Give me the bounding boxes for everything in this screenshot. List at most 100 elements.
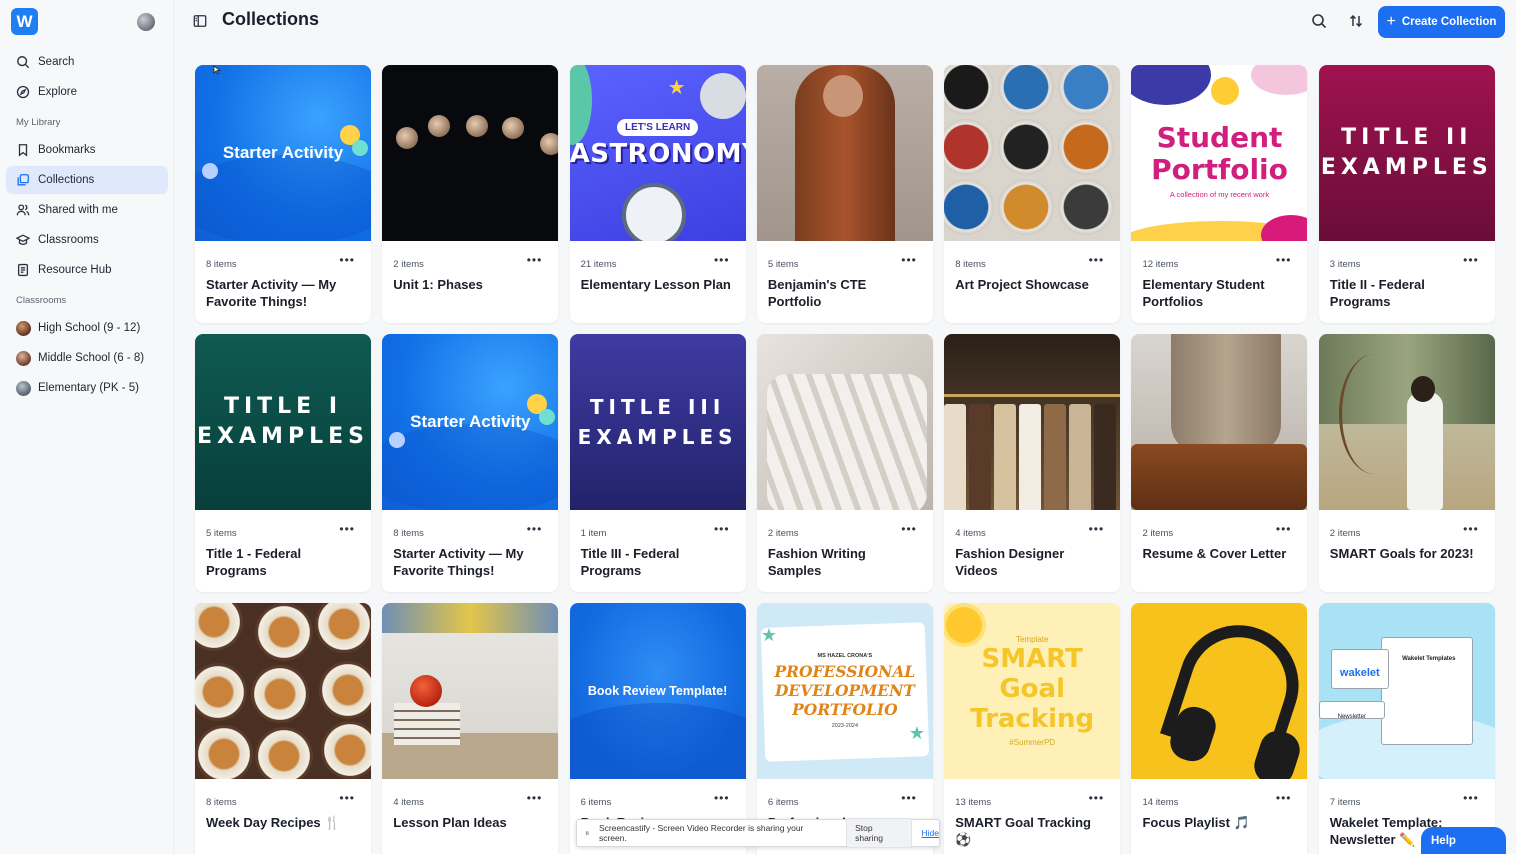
drag-handle-icon[interactable]: ⏸ <box>585 828 591 839</box>
more-options-icon[interactable]: ••• <box>1463 522 1479 536</box>
more-options-icon[interactable]: ••• <box>1089 253 1105 267</box>
collection-thumbnail[interactable]: ★ LET'S LEARN ASTRONOMY <box>569 65 746 241</box>
collection-card[interactable]: ★ LET'S LEARN ASTRONOMY 21 items ••• Elementa… <box>569 65 746 323</box>
collection-thumbnail[interactable]: Template SMART Goal Tracking #SummerPD <box>944 603 1121 779</box>
help-button[interactable]: Help <box>1421 827 1506 854</box>
collection-title[interactable]: Fashion Designer Videos <box>955 545 1109 579</box>
collection-thumbnail[interactable] <box>756 65 933 241</box>
collection-thumbnail[interactable] <box>382 65 559 241</box>
collection-card[interactable]: Starter Activity 8 items ••• Starter Activi… <box>382 334 559 592</box>
collection-title[interactable]: SMART Goal Tracking ⚽ <box>955 814 1109 848</box>
collection-card[interactable]: 8 items ••• Week Day Recipes 🍴 <box>195 603 371 854</box>
more-options-icon[interactable]: ••• <box>1089 791 1105 805</box>
collection-thumbnail[interactable] <box>1131 334 1308 510</box>
more-options-icon[interactable]: ••• <box>527 253 543 267</box>
user-avatar[interactable] <box>137 13 155 31</box>
collection-card[interactable]: ★ ★ MS HAZEL CRONA'S PROFESSIONAL DEVELOPME… <box>756 603 933 854</box>
sidebar-toggle-icon[interactable] <box>193 14 207 28</box>
collection-thumbnail[interactable] <box>1318 334 1495 510</box>
collection-card[interactable]: Book Review Template!6 items•••Book Revi… <box>569 603 746 854</box>
collection-title[interactable]: Title II - Federal Programs <box>1330 276 1484 310</box>
sidebar-item-shared[interactable]: Shared with me <box>6 196 168 224</box>
collection-card[interactable]: 2 items ••• SMART Goals for 2023! <box>1318 334 1495 592</box>
collection-title[interactable]: Title III - Federal Programs <box>581 545 735 579</box>
more-options-icon[interactable]: ••• <box>527 791 543 805</box>
sidebar-item-resource-hub[interactable]: Resource Hub <box>6 256 168 284</box>
more-options-icon[interactable]: ••• <box>901 522 917 536</box>
collection-card[interactable]: 2 items ••• Unit 1: Phases <box>382 65 559 323</box>
collection-thumbnail[interactable] <box>944 65 1121 241</box>
hide-link[interactable]: Hide <box>922 828 939 838</box>
collection-thumbnail[interactable] <box>195 603 371 779</box>
more-options-icon[interactable]: ••• <box>1276 253 1292 267</box>
collection-title[interactable]: Focus Playlist 🎵 <box>1142 814 1296 831</box>
collection-thumbnail[interactable]: Starter Activity <box>195 65 371 241</box>
collection-title[interactable]: Lesson Plan Ideas <box>393 814 547 831</box>
more-options-icon[interactable]: ••• <box>339 791 355 805</box>
collection-card[interactable]: 4 items ••• Lesson Plan Ideas <box>382 603 559 854</box>
collection-card[interactable]: 14 items ••• Focus Playlist 🎵 <box>1131 603 1308 854</box>
more-options-icon[interactable]: ••• <box>714 522 730 536</box>
search-icon[interactable] <box>1311 13 1327 29</box>
collection-thumbnail[interactable]: TITLE I EXAMPLES <box>195 334 371 510</box>
create-collection-button[interactable]: + Create Collection <box>1378 6 1505 38</box>
collection-thumbnail[interactable] <box>756 334 933 510</box>
collection-thumbnail[interactable]: Student Portfolio A collection of my rece… <box>1131 65 1308 241</box>
collection-card[interactable]: Template SMART Goal Tracking #SummerPD 13 i… <box>944 603 1121 854</box>
sidebar-item-classroom[interactable]: Middle School (6 - 8) <box>6 344 168 372</box>
collection-card[interactable]: Student Portfolio A collection of my rece… <box>1131 65 1308 323</box>
collection-card[interactable]: TITLE II EXAMPLES 3 items ••• Title II - Fe… <box>1318 65 1495 323</box>
more-options-icon[interactable]: ••• <box>1276 791 1292 805</box>
collection-title[interactable]: Resume & Cover Letter <box>1142 545 1296 562</box>
collection-thumbnail[interactable] <box>1131 603 1308 779</box>
collection-title[interactable]: Elementary Student Portfolios <box>1142 276 1296 310</box>
collection-card[interactable]: TITLE I EXAMPLES 5 items ••• Title 1 - Fede… <box>195 334 371 592</box>
collection-card[interactable]: 8 items ••• Art Project Showcase <box>944 65 1121 323</box>
sidebar-item-classroom[interactable]: Elementary (PK - 5) <box>6 374 168 402</box>
collection-card[interactable]: 2 items ••• Resume & Cover Letter <box>1131 334 1308 592</box>
collection-title[interactable]: Fashion Writing Samples <box>768 545 922 579</box>
sidebar-item-classrooms[interactable]: Classrooms <box>6 226 168 254</box>
collection-thumbnail[interactable]: Wakelet Templates wakelet Newsletter <box>1318 603 1495 779</box>
sidebar-item-collections[interactable]: Collections <box>6 166 168 194</box>
more-options-icon[interactable]: ••• <box>901 791 917 805</box>
collection-thumbnail[interactable]: Book Review Template! <box>569 603 746 779</box>
wakelet-logo[interactable]: W <box>11 8 38 35</box>
sidebar-item-classroom[interactable]: High School (9 - 12) <box>6 314 168 342</box>
more-options-icon[interactable]: ••• <box>1463 253 1479 267</box>
collection-title[interactable]: Week Day Recipes 🍴 <box>206 814 360 831</box>
more-options-icon[interactable]: ••• <box>901 253 917 267</box>
collection-title[interactable]: SMART Goals for 2023! <box>1330 545 1484 562</box>
collection-thumbnail[interactable]: TITLE II EXAMPLES <box>1318 65 1495 241</box>
sidebar-item-search[interactable]: Search <box>6 48 168 76</box>
collection-thumbnail[interactable]: ★ ★ MS HAZEL CRONA'S PROFESSIONAL DEVELOPME… <box>756 603 933 779</box>
collection-title[interactable]: Starter Activity — My Favorite Things! <box>393 545 547 579</box>
collection-card[interactable]: Starter Activity 8 items ••• Starter Activi… <box>195 65 371 323</box>
more-options-icon[interactable]: ••• <box>714 791 730 805</box>
more-options-icon[interactable]: ••• <box>1463 791 1479 805</box>
collection-title[interactable]: Starter Activity — My Favorite Things! <box>206 276 360 310</box>
sort-icon[interactable] <box>1348 13 1364 29</box>
more-options-icon[interactable]: ••• <box>1089 522 1105 536</box>
collection-card[interactable]: 4 items ••• Fashion Designer Videos <box>944 334 1121 592</box>
more-options-icon[interactable]: ••• <box>1276 522 1292 536</box>
collection-title[interactable]: Elementary Lesson Plan <box>581 276 735 293</box>
collection-thumbnail[interactable]: TITLE III EXAMPLES <box>569 334 746 510</box>
collection-card[interactable]: TITLE III EXAMPLES 1 item ••• Title III - F… <box>569 334 746 592</box>
collection-card[interactable]: 2 items ••• Fashion Writing Samples <box>756 334 933 592</box>
collection-thumbnail[interactable] <box>944 334 1121 510</box>
collection-title[interactable]: Title 1 - Federal Programs <box>206 545 360 579</box>
collection-title[interactable]: Benjamin's CTE Portfolio <box>768 276 922 310</box>
more-options-icon[interactable]: ••• <box>527 522 543 536</box>
collection-card[interactable]: Wakelet Templates wakelet Newsletter 7 item… <box>1318 603 1495 854</box>
collection-title[interactable]: Unit 1: Phases <box>393 276 547 293</box>
more-options-icon[interactable]: ••• <box>339 522 355 536</box>
sidebar-item-bookmarks[interactable]: Bookmarks <box>6 136 168 164</box>
collection-card[interactable]: 5 items ••• Benjamin's CTE Portfolio <box>756 65 933 323</box>
collection-thumbnail[interactable] <box>382 603 559 779</box>
more-options-icon[interactable]: ••• <box>714 253 730 267</box>
collection-thumbnail[interactable]: Starter Activity <box>382 334 559 510</box>
sidebar-item-explore[interactable]: Explore <box>6 78 168 106</box>
more-options-icon[interactable]: ••• <box>339 253 355 267</box>
stop-sharing-button[interactable]: Stop sharing <box>846 818 912 848</box>
